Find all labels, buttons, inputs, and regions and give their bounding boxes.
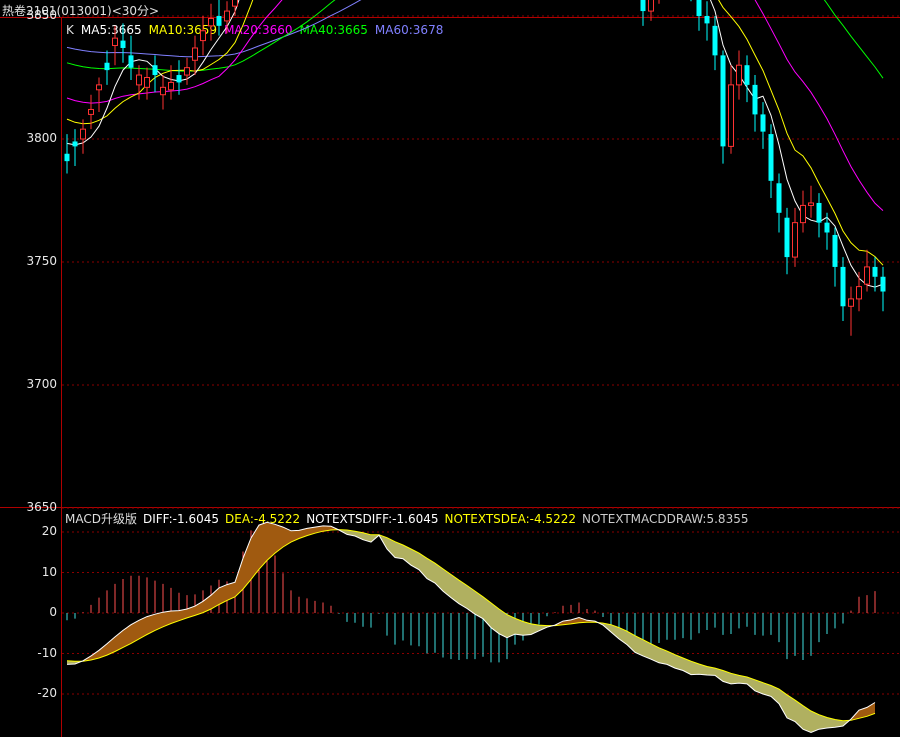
candle-body: [832, 234, 838, 267]
candle-body: [720, 55, 726, 147]
ma10-line: [66, 0, 884, 266]
candle-body: [648, 0, 654, 12]
candle-body: [816, 202, 822, 223]
dea-line: [66, 529, 876, 722]
candle-body: [872, 266, 878, 277]
macd-y-tick-label: -20: [37, 686, 57, 700]
main-y-tick-label: 3650: [26, 500, 57, 514]
ma5-line: [66, 0, 884, 288]
candle-body: [112, 37, 118, 47]
candle-body: [184, 67, 190, 76]
main-y-tick-label: 3850: [26, 8, 57, 22]
candle-body: [104, 62, 110, 71]
candle-body: [800, 204, 806, 224]
candle-body: [176, 75, 182, 83]
candle-body: [840, 266, 846, 307]
main-y-tick-label: 3800: [26, 131, 57, 145]
candle-body: [712, 25, 718, 56]
candle-body: [136, 74, 142, 86]
ma20-line: [66, 0, 884, 211]
candle-body: [776, 183, 782, 213]
diff-line: [66, 521, 876, 734]
candle-body: [72, 141, 78, 147]
candle-body: [752, 84, 758, 115]
candle-body: [704, 16, 710, 24]
candle-body: [192, 47, 198, 61]
macd-y-tick-label: 20: [41, 524, 57, 538]
candle-body: [744, 65, 750, 85]
macd-y-tick-label: -10: [37, 645, 57, 660]
candle-body: [848, 298, 854, 307]
candle-body: [880, 276, 886, 292]
candle-body: [200, 30, 206, 42]
ma60-line: [66, 0, 362, 58]
candle-body: [768, 134, 774, 181]
candle-body: [856, 286, 862, 300]
main-y-tick-label: 3750: [26, 254, 57, 268]
candle-body: [80, 128, 86, 140]
macd-y-tick-label: 0: [49, 605, 57, 619]
candle-body: [120, 40, 126, 48]
candle-body: [216, 16, 222, 26]
candle-body: [224, 10, 230, 22]
candle-body: [824, 222, 830, 233]
candle-body: [808, 202, 814, 206]
main-y-tick-label: 3700: [26, 377, 57, 391]
candle-body: [760, 114, 766, 132]
candle-body: [64, 153, 70, 162]
candlestick-chart[interactable]: 3977→: [0, 0, 900, 737]
macd-y-tick-label: 10: [41, 564, 57, 579]
candle-body: [864, 266, 870, 285]
candle-body: [792, 222, 798, 258]
candle-body: [160, 86, 166, 96]
candle-body: [728, 84, 734, 147]
candle-body: [96, 84, 102, 91]
candle-body: [128, 55, 134, 68]
candle-body: [144, 77, 150, 88]
candle-body: [736, 64, 742, 86]
candle-body: [784, 217, 790, 258]
candle-body: [168, 81, 174, 91]
macd-band-segment: [275, 524, 283, 554]
candle-body: [640, 0, 646, 12]
candle-body: [696, 0, 702, 17]
candle-body: [152, 65, 158, 76]
candle-body: [208, 17, 214, 27]
candle-body: [88, 108, 94, 115]
candle-body: [232, 0, 238, 7]
